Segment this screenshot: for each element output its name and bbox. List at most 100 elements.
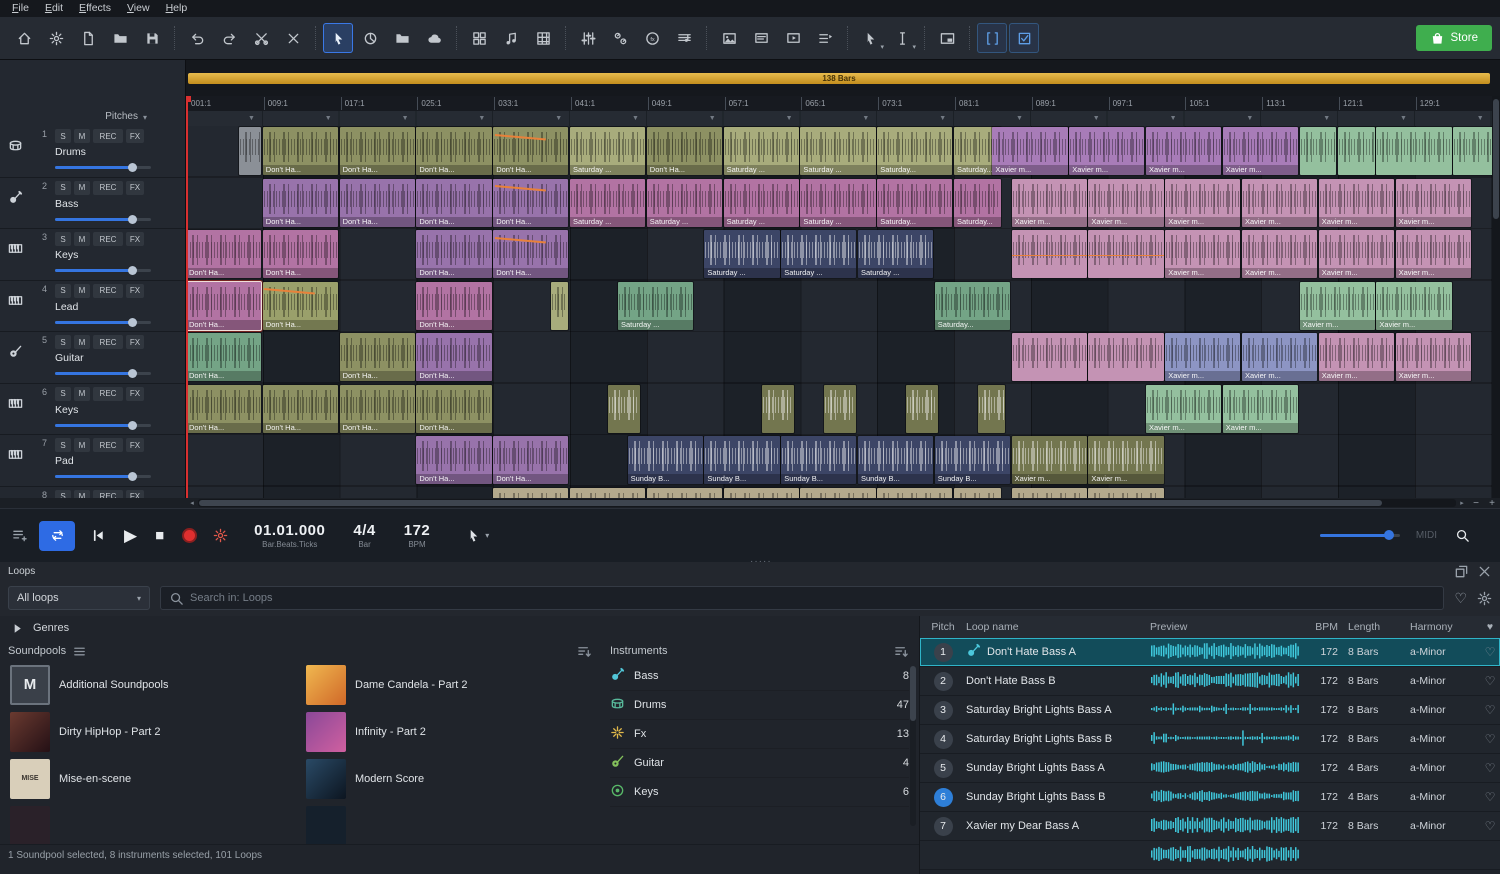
audio-clip[interactable]: Don't Ha... — [186, 230, 261, 278]
mouse-mode-icon[interactable] — [323, 23, 353, 53]
section-marker-icon[interactable]: ▼ — [1016, 115, 1023, 122]
loop-row[interactable]: 2Don't Hate Bass B1728 Barsa-Minor♡ — [920, 667, 1500, 696]
info-monitor-icon[interactable] — [746, 23, 776, 53]
zoom-out-button[interactable]: − — [1468, 498, 1484, 509]
column-pitch[interactable]: Pitch — [920, 621, 966, 633]
audio-clip[interactable] — [647, 488, 722, 499]
audio-clip[interactable] — [1453, 127, 1492, 175]
track-volume-slider[interactable] — [55, 269, 151, 272]
fx-button[interactable]: FX — [126, 490, 144, 499]
record-arm-button[interactable]: REC — [93, 129, 123, 143]
audio-clip[interactable]: Don't Ha... — [493, 127, 568, 175]
track-volume-slider[interactable] — [55, 424, 151, 427]
pitch-badge[interactable]: 5 — [934, 759, 953, 778]
section-marker-icon[interactable]: ▼ — [402, 115, 409, 122]
fx-icon[interactable]: fx — [637, 23, 667, 53]
record-arm-button[interactable]: REC — [93, 284, 123, 298]
overview-bar[interactable]: 138 Bars — [188, 73, 1490, 84]
section-marker-icon[interactable]: ▼ — [709, 115, 716, 122]
fx-button[interactable]: FX — [126, 232, 144, 246]
column-bpm[interactable]: BPM — [1302, 621, 1348, 633]
track-header-keys[interactable]: 3SMRECFXKeys — [0, 229, 185, 281]
audio-clip[interactable]: Don't Ha... — [647, 127, 722, 175]
audio-clip[interactable] — [762, 385, 794, 433]
vertical-scrollbar[interactable] — [1492, 96, 1500, 498]
audio-clip[interactable]: Sunday B... — [858, 436, 933, 484]
pip-view-icon[interactable] — [932, 23, 962, 53]
audio-clip[interactable]: Xavier m... — [1396, 179, 1471, 227]
audio-clip[interactable] — [724, 488, 799, 499]
loop-toggle-button[interactable] — [39, 521, 75, 551]
pitch-badge[interactable]: 3 — [934, 701, 953, 720]
loop-preview-waveform[interactable] — [1150, 671, 1302, 692]
range-mode-icon[interactable] — [355, 23, 385, 53]
solo-button[interactable]: S — [55, 284, 71, 298]
solo-button[interactable]: S — [55, 490, 71, 499]
pitches-header[interactable]: Pitches ▾ — [0, 60, 185, 126]
audio-clip[interactable]: Xavier m... — [1012, 179, 1087, 227]
section-marker-icon[interactable]: ▼ — [632, 115, 639, 122]
menu-file[interactable]: File — [4, 0, 37, 17]
text-tool-icon[interactable]: ▾ — [887, 23, 917, 53]
audio-clip[interactable]: Xavier m... — [1088, 179, 1163, 227]
search-icon[interactable] — [1455, 528, 1470, 543]
mute-button[interactable]: M — [74, 438, 90, 452]
home-icon[interactable] — [9, 23, 39, 53]
audio-note-icon[interactable] — [496, 23, 526, 53]
track-header-pad[interactable]: 7SMRECFXPad — [0, 435, 185, 487]
audio-clip[interactable]: Xavier m... — [1319, 179, 1394, 227]
record-arm-button[interactable]: REC — [93, 181, 123, 195]
soundpool-item[interactable]: Infinity - Part 2 — [304, 709, 592, 754]
track-header-drums[interactable]: 1SMRECFXDrums — [0, 126, 185, 178]
pitch-badge[interactable]: 4 — [934, 730, 953, 749]
audio-clip[interactable]: Xavier m... — [1319, 333, 1394, 381]
column-harmony[interactable]: Harmony — [1410, 621, 1480, 633]
video-monitor-icon[interactable] — [778, 23, 808, 53]
audio-clip[interactable]: Saturday ... — [704, 230, 779, 278]
skip-to-start-button[interactable] — [91, 528, 106, 543]
save-project-icon[interactable] — [137, 23, 167, 53]
fx-button[interactable]: FX — [126, 387, 144, 401]
mute-button[interactable]: M — [74, 181, 90, 195]
audio-clip[interactable]: Don't Ha... — [416, 179, 491, 227]
section-marker-icon[interactable]: ▼ — [1477, 115, 1484, 122]
audio-clip[interactable]: Xavier m... — [1069, 127, 1144, 175]
project-folder-icon[interactable] — [387, 23, 417, 53]
audio-clip[interactable]: Don't Ha... — [493, 179, 568, 227]
keyboard-shortcut-icon[interactable] — [977, 23, 1007, 53]
favorite-icon[interactable]: ♡ — [1480, 819, 1500, 833]
record-arm-button[interactable]: REC — [93, 438, 123, 452]
sort-icon[interactable] — [894, 644, 909, 659]
loop-row[interactable]: 1Don't Hate Bass A1728 Barsa-Minor♡ — [920, 638, 1500, 667]
section-marker-icon[interactable]: ▼ — [1093, 115, 1100, 122]
loop-preview-waveform[interactable] — [1150, 845, 1302, 866]
favorite-icon[interactable]: ♡ — [1480, 732, 1500, 746]
new-project-icon[interactable] — [73, 23, 103, 53]
audio-clip[interactable]: Xavier m... — [1242, 230, 1317, 278]
audio-clip[interactable]: Xavier m... — [1300, 282, 1375, 330]
favorite-icon[interactable]: ♡ — [1480, 703, 1500, 717]
soundpool-item[interactable]: Modern Score — [304, 756, 592, 801]
audio-clip[interactable] — [824, 385, 856, 433]
loops-search-input[interactable] — [190, 592, 1435, 604]
soundpool-item[interactable]: Dirty HipHop - Part 2 — [8, 709, 296, 754]
audio-clip[interactable] — [1012, 488, 1087, 499]
audio-clip[interactable] — [1088, 230, 1163, 278]
audio-clip[interactable]: Saturday... — [935, 282, 1010, 330]
audio-clip[interactable]: Saturday ... — [800, 179, 875, 227]
audio-clip[interactable] — [239, 127, 262, 175]
track-lanes[interactable]: Don't Ha...Don't Ha...Don't Ha...Don't H… — [186, 126, 1492, 498]
instrument-item-keys[interactable]: Keys6 — [610, 778, 909, 807]
audio-clip[interactable]: Xavier m... — [1012, 436, 1087, 484]
mixer-icon[interactable] — [573, 23, 603, 53]
favorite-icon[interactable]: ♡ — [1480, 790, 1500, 804]
timeline-ruler[interactable]: 001:1009:1017:1025:1033:1041:1049:1057:1… — [186, 96, 1492, 111]
audio-clip[interactable]: Xavier m... — [1165, 179, 1240, 227]
audio-clip[interactable] — [1088, 488, 1163, 499]
mute-button[interactable]: M — [74, 232, 90, 246]
soundpool-item[interactable]: MISEMise-en-scene — [8, 756, 296, 801]
audio-clip[interactable]: Don't Ha... — [186, 333, 261, 381]
audio-clip[interactable]: Don't Ha... — [186, 282, 261, 330]
track-volume-slider[interactable] — [55, 475, 151, 478]
menu-effects[interactable]: Effects — [71, 0, 119, 17]
